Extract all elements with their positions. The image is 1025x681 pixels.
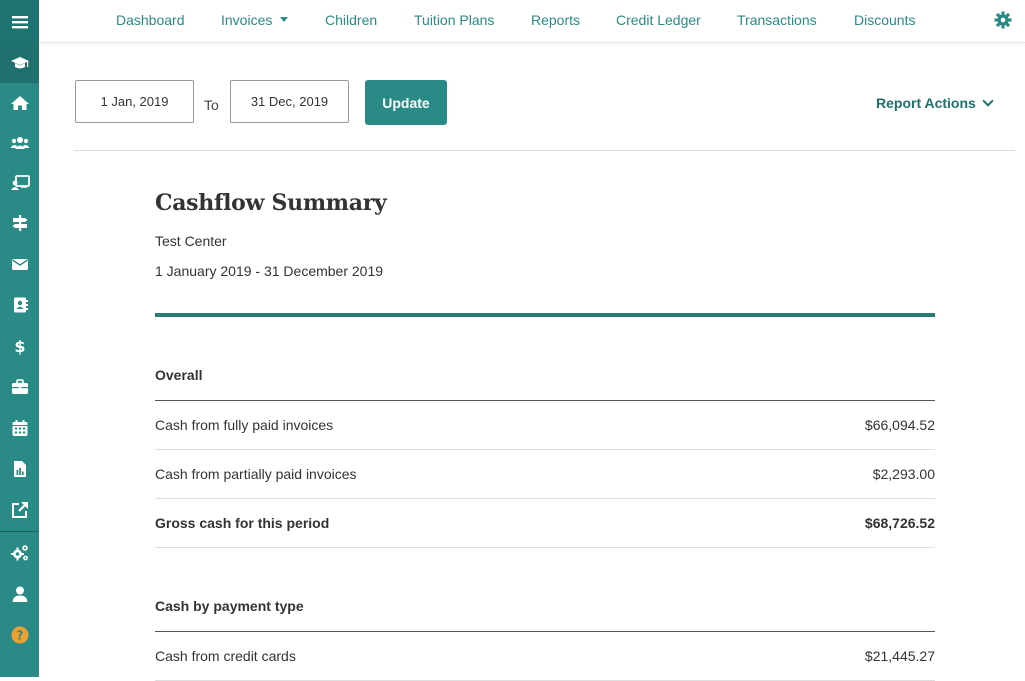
report-file-icon[interactable] (0, 449, 39, 489)
start-date-input[interactable]: 1 Jan, 2019 (75, 80, 194, 123)
row-value: $2,293.00 (872, 466, 935, 482)
row-value: $68,726.52 (864, 515, 935, 531)
calendar-icon[interactable] (0, 408, 39, 448)
divider (74, 150, 1015, 151)
report-actions-dropdown[interactable]: Report Actions (876, 95, 994, 111)
end-date-input[interactable]: 31 Dec, 2019 (230, 80, 349, 123)
teacher-icon[interactable] (0, 163, 39, 203)
section-heading-payment-type: Cash by payment type (155, 598, 304, 614)
row-label: Cash from fully paid invoices (155, 417, 334, 433)
briefcase-icon[interactable] (0, 367, 39, 407)
nav-discounts[interactable]: Discounts (854, 12, 915, 28)
report-period: 1 January 2019 - 31 December 2019 (155, 263, 384, 279)
total-row: Gross cash for this period $68,726.52 (155, 499, 935, 548)
row-value: $21,445.27 (864, 648, 935, 664)
sidebar-divider (0, 531, 39, 532)
nav-transactions[interactable]: Transactions (737, 12, 817, 28)
table-row: Cash from fully paid invoices $66,094.52 (155, 401, 935, 450)
nav-children[interactable]: Children (325, 12, 377, 28)
menu-icon[interactable] (0, 0, 39, 43)
envelope-icon[interactable] (0, 244, 39, 284)
top-nav: Dashboard Invoices Children Tuition Plan… (39, 0, 1025, 43)
nav-dashboard[interactable]: Dashboard (116, 12, 185, 28)
nav-reports[interactable]: Reports (531, 12, 580, 28)
external-link-icon[interactable] (0, 490, 39, 530)
to-label: To (204, 97, 219, 113)
graduation-cap-icon[interactable] (0, 43, 39, 83)
gear-icon[interactable] (994, 11, 1012, 29)
svg-text:$: $ (14, 337, 25, 356)
sidebar: $ ? (0, 0, 39, 677)
users-icon[interactable] (0, 123, 39, 163)
row-label: Cash from credit cards (155, 648, 296, 664)
report-title: Cashflow Summary (155, 190, 387, 216)
svg-text:?: ? (16, 629, 23, 643)
row-label: Gross cash for this period (155, 515, 330, 531)
table-row: Cash from partially paid invoices $2,293… (155, 450, 935, 499)
nav-tuition-plans[interactable]: Tuition Plans (414, 12, 494, 28)
chevron-down-icon (982, 95, 994, 107)
home-icon[interactable] (0, 83, 39, 123)
table-row: Cash from credit cards $21,445.27 (155, 632, 935, 681)
row-label: Cash from partially paid invoices (155, 466, 357, 482)
help-icon[interactable]: ? (0, 615, 39, 655)
settings-cogs-icon[interactable] (0, 533, 39, 573)
nav-invoices[interactable]: Invoices (221, 12, 289, 28)
section-heading-overall: Overall (155, 367, 203, 383)
center-name: Test Center (155, 233, 227, 249)
header-rule (155, 313, 935, 317)
address-book-icon[interactable] (0, 285, 39, 325)
row-value: $66,094.52 (864, 417, 935, 433)
caret-down-icon (280, 16, 289, 22)
report-actions-label: Report Actions (876, 95, 976, 111)
update-button[interactable]: Update (365, 80, 447, 125)
nav-credit-ledger[interactable]: Credit Ledger (616, 12, 701, 28)
dollar-icon[interactable]: $ (0, 326, 39, 366)
signpost-icon[interactable] (0, 203, 39, 243)
nav-invoices-label: Invoices (221, 12, 273, 28)
user-icon[interactable] (0, 574, 39, 614)
